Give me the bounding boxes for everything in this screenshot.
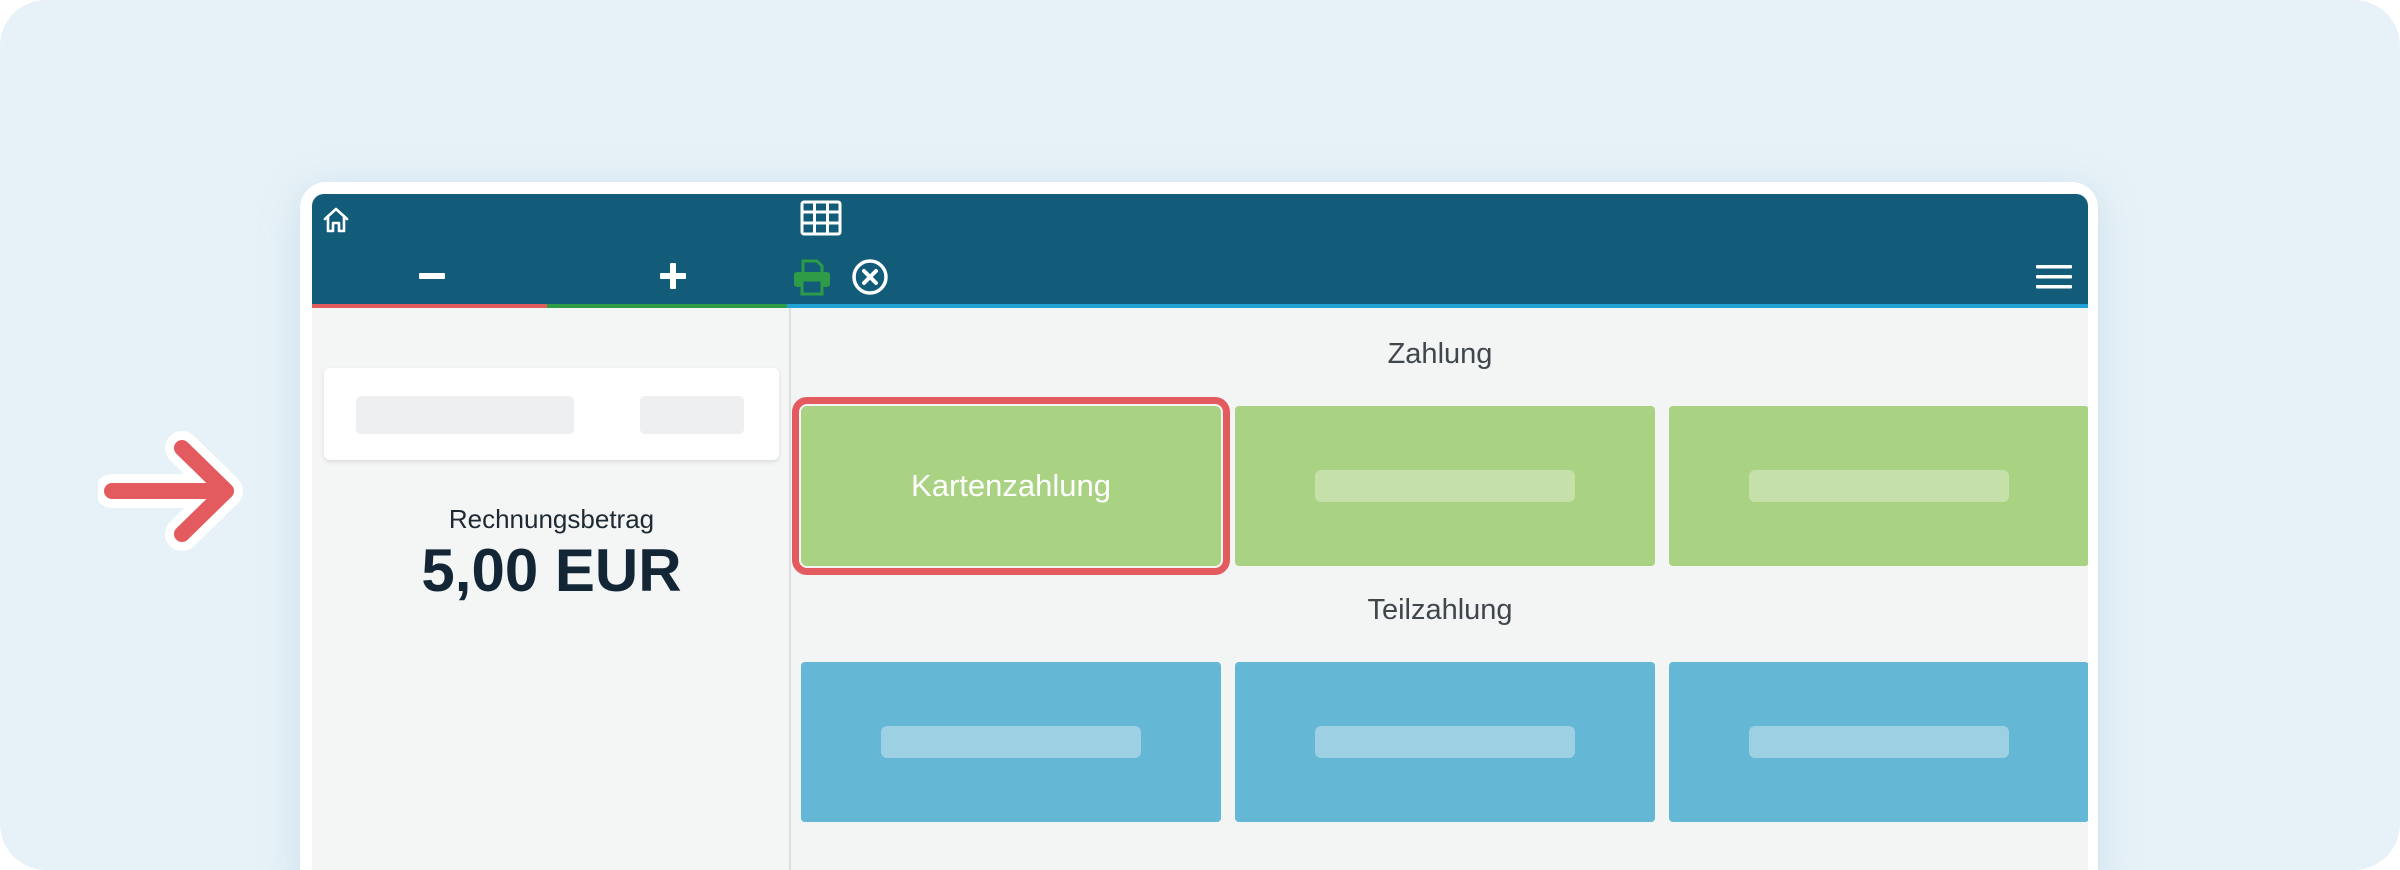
invoice-amount-label: Rechnungsbetrag xyxy=(448,504,655,534)
partial-payment-tile[interactable] xyxy=(1235,662,1655,822)
card-payment-tile[interactable]: Kartenzahlung xyxy=(792,397,1230,575)
partial-payment-tile[interactable] xyxy=(801,662,1221,822)
pointer-arrow-icon xyxy=(98,431,243,551)
summary-card xyxy=(324,368,779,460)
plus-icon xyxy=(660,263,686,289)
menu-button[interactable] xyxy=(2032,260,2076,294)
plus-button[interactable] xyxy=(648,254,698,298)
table-view-button[interactable] xyxy=(798,198,844,238)
section-title-payment: Zahlung xyxy=(1387,338,1493,370)
printer-icon xyxy=(794,259,830,296)
table-grid-icon xyxy=(800,200,842,236)
placeholder-bar xyxy=(640,396,744,434)
hamburger-menu-icon xyxy=(2036,265,2072,289)
placeholder-bar xyxy=(1315,470,1575,502)
print-button[interactable] xyxy=(790,256,834,298)
cancel-button[interactable] xyxy=(849,256,891,298)
placeholder-bar xyxy=(1749,470,2009,502)
cancel-circle-icon xyxy=(852,259,888,295)
placeholder-bar xyxy=(356,396,574,434)
minus-icon xyxy=(419,273,445,279)
partial-payment-tile[interactable] xyxy=(1669,662,2088,822)
placeholder-bar xyxy=(881,726,1141,758)
home-icon xyxy=(323,207,349,233)
invoice-amount-value: 5,00 EUR xyxy=(421,537,682,604)
payment-method-tile[interactable] xyxy=(1235,406,1655,566)
invoice-panel: Rechnungsbetrag 5,00 EUR xyxy=(312,308,791,870)
minus-button[interactable] xyxy=(402,256,462,296)
section-title-partial: Teilzahlung xyxy=(1367,594,1513,626)
tile-label: Kartenzahlung xyxy=(911,468,1111,503)
home-button[interactable] xyxy=(318,202,354,238)
top-bar xyxy=(312,194,2088,308)
backdrop: Rechnungsbetrag 5,00 EUR Zahlung Kartenz… xyxy=(0,0,2400,870)
payment-panel: Zahlung Kartenzahlung Teilzahlung xyxy=(792,308,2088,870)
placeholder-bar xyxy=(1749,726,2009,758)
app-screen: Rechnungsbetrag 5,00 EUR Zahlung Kartenz… xyxy=(312,194,2088,870)
payment-method-tile[interactable] xyxy=(1669,406,2088,566)
placeholder-bar xyxy=(1315,726,1575,758)
